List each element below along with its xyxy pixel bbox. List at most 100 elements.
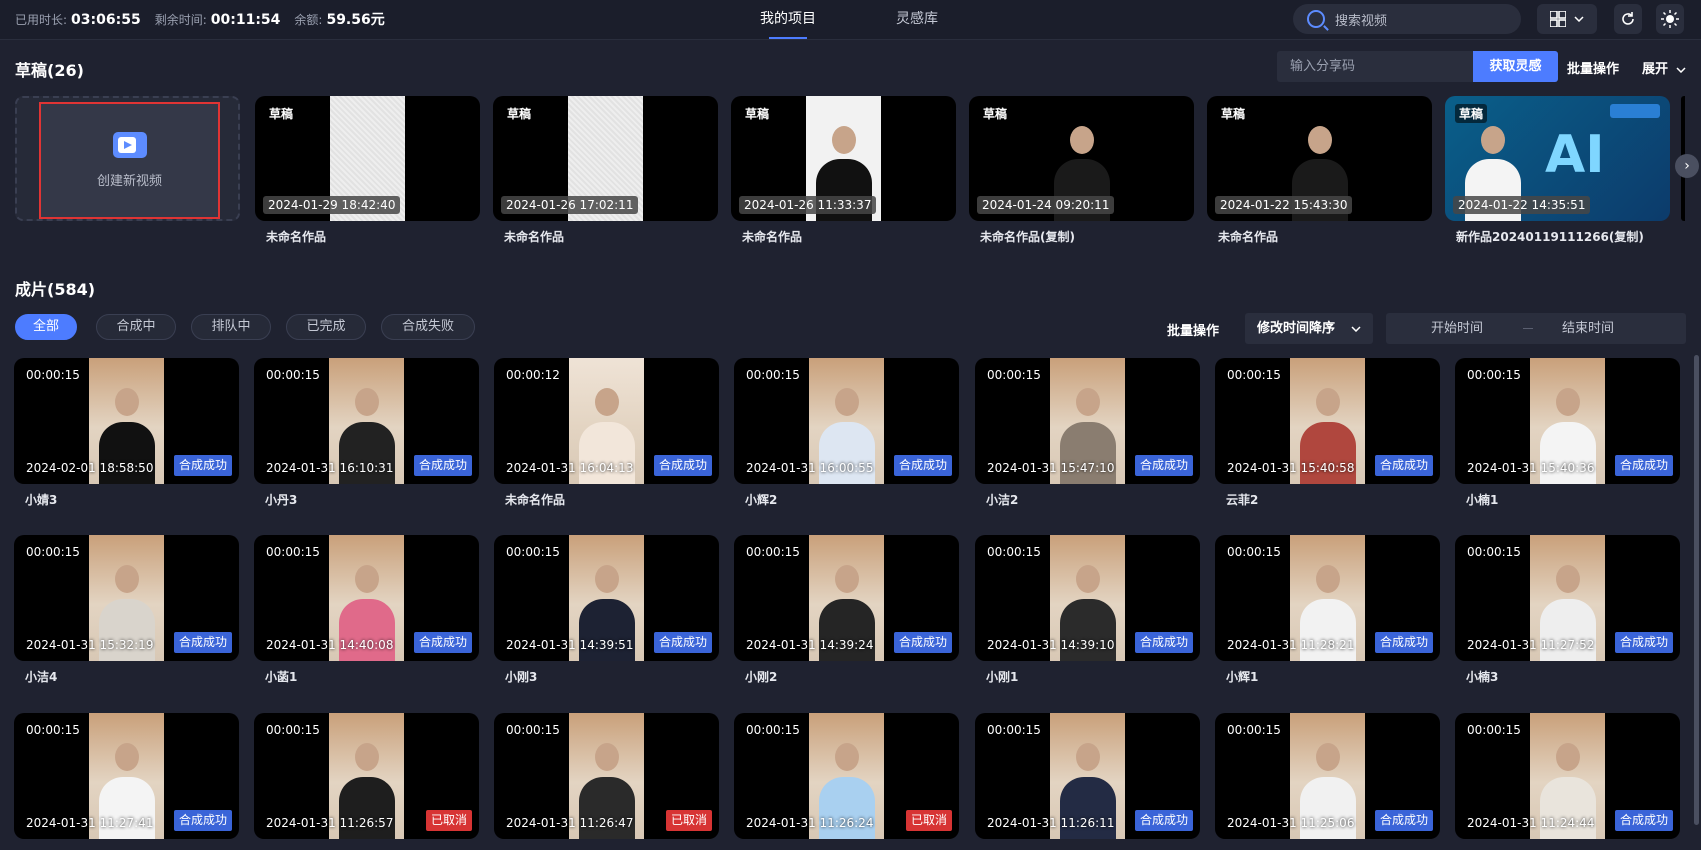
video-duration: 00:00:15 (506, 723, 560, 737)
video-name: 小辉2 (745, 493, 778, 507)
expand-button[interactable]: 展开 (1642, 58, 1686, 77)
status-badge: 合成成功 (893, 632, 952, 653)
video-card[interactable]: 00:00:15 2024-01-31 11:26:47 已取消 (494, 713, 719, 839)
finished-batch-button[interactable]: 批量操作 (1167, 320, 1219, 339)
video-duration: 00:00:15 (26, 545, 80, 559)
video-date: 2024-01-31 14:40:08 (266, 638, 394, 652)
used-time-value: 03:06:55 (71, 11, 141, 28)
page-scrollbar[interactable] (1694, 355, 1699, 825)
video-card[interactable]: 00:00:15 2024-01-31 11:27:52 合成成功 (1455, 535, 1680, 661)
share-code-input[interactable]: 输入分享码 (1277, 51, 1473, 82)
video-date: 2024-01-31 15:32:19 (26, 638, 154, 652)
status-badge: 合成成功 (173, 455, 232, 476)
tab-my-projects[interactable]: 我的项目 (740, 0, 836, 40)
video-duration: 00:00:15 (1467, 368, 1521, 382)
brand-logo-icon (1610, 104, 1660, 118)
video-duration: 00:00:15 (26, 723, 80, 737)
tab-inspiration-library[interactable]: 灵感库 (876, 0, 958, 40)
video-date: 2024-01-31 11:26:47 (506, 816, 634, 830)
video-card[interactable]: 00:00:15 2024-01-31 14:39:10 合成成功 (975, 535, 1200, 661)
search-box[interactable]: 搜索视频 (1293, 4, 1521, 34)
drafts-title: 草稿(26) (15, 61, 84, 80)
video-duration: 00:00:15 (987, 723, 1041, 737)
draft-card[interactable]: 草稿 2024-01-22 15:43:30 (1207, 96, 1432, 221)
video-card[interactable]: 00:00:15 2024-01-31 11:25:06 合成成功 (1215, 713, 1440, 839)
used-time-stat: 已用时长: 03:06:55 (15, 11, 141, 28)
status-badge: 合成成功 (1374, 810, 1433, 831)
sort-dropdown[interactable]: 修改时间降序 (1245, 313, 1373, 344)
video-name: 小楠1 (1466, 493, 1499, 507)
scroll-right-button[interactable]: › (1675, 154, 1699, 178)
video-date: 2024-02-01 18:58:50 (26, 461, 154, 475)
status-badge: 合成成功 (1134, 455, 1193, 476)
finished-title: 成片(584) (15, 280, 96, 299)
video-date: 2024-01-31 11:26:24 (746, 816, 874, 830)
draft-card[interactable]: 草稿 2024-01-26 17:02:11 (493, 96, 718, 221)
video-date: 2024-01-31 16:04:13 (506, 461, 634, 475)
start-time-input[interactable]: 开始时间 (1431, 313, 1483, 344)
video-card[interactable]: 00:00:15 2024-01-31 15:32:19 合成成功 (14, 535, 239, 661)
filter-all[interactable]: 全部 (15, 314, 77, 340)
video-card[interactable]: 00:00:12 2024-01-31 16:04:13 合成成功 (494, 358, 719, 484)
status-badge: 已取消 (425, 810, 472, 831)
video-duration: 00:00:15 (26, 368, 80, 382)
video-card[interactable]: 00:00:15 2024-01-31 16:00:55 合成成功 (734, 358, 959, 484)
video-duration: 00:00:15 (746, 368, 800, 382)
filter-queued[interactable]: 排队中 (191, 314, 271, 340)
video-card[interactable]: 00:00:15 2024-01-31 14:39:51 合成成功 (494, 535, 719, 661)
create-video-card[interactable]: 创建新视频 (15, 96, 240, 221)
video-name: 小洁2 (986, 493, 1019, 507)
video-card[interactable]: 00:00:15 2024-01-31 14:39:24 合成成功 (734, 535, 959, 661)
video-card[interactable]: 00:00:15 2024-01-31 15:40:36 合成成功 (1455, 358, 1680, 484)
draft-date: 2024-01-26 17:02:11 (501, 196, 639, 214)
filter-completed[interactable]: 已完成 (286, 314, 366, 340)
video-duration: 00:00:15 (1227, 723, 1281, 737)
date-range-picker[interactable]: 开始时间 结束时间 (1386, 313, 1686, 344)
status-badge: 合成成功 (173, 810, 232, 831)
draft-card[interactable]: 草稿 2024-01-29 18:42:40 (255, 96, 480, 221)
video-card[interactable]: 00:00:15 2024-01-31 11:26:11 合成成功 (975, 713, 1200, 839)
theme-toggle-button[interactable] (1656, 4, 1684, 34)
status-badge: 合成成功 (413, 455, 472, 476)
draft-card[interactable]: 草稿 2024-01-24 09:20:11 (969, 96, 1194, 221)
get-inspiration-button[interactable]: 获取灵感 (1473, 51, 1558, 82)
draft-card[interactable]: 草稿 2024-01-26 11:33:37 (731, 96, 956, 221)
create-video-button[interactable]: 创建新视频 (39, 102, 220, 219)
video-card[interactable]: 00:00:15 2024-01-31 14:40:08 合成成功 (254, 535, 479, 661)
balance-stat: 余额: 59.56元 (294, 9, 384, 29)
video-date: 2024-01-31 11:27:41 (26, 816, 154, 830)
draft-date: 2024-01-26 11:33:37 (739, 196, 877, 214)
grid-view-icon (1550, 11, 1566, 27)
status-badge: 合成成功 (413, 632, 472, 653)
video-duration: 00:00:15 (266, 723, 320, 737)
video-date: 2024-01-31 16:00:55 (746, 461, 874, 475)
svg-text:AI: AI (1545, 125, 1605, 180)
video-card[interactable]: 00:00:15 2024-01-31 11:28:21 合成成功 (1215, 535, 1440, 661)
video-card[interactable]: 00:00:15 2024-01-31 11:26:24 已取消 (734, 713, 959, 839)
end-time-input[interactable]: 结束时间 (1562, 313, 1614, 344)
video-name: 未命名作品 (505, 493, 566, 507)
video-card[interactable]: 00:00:15 2024-01-31 11:26:57 已取消 (254, 713, 479, 839)
status-badge: 合成成功 (653, 632, 712, 653)
ai-logo-icon: AI (1545, 125, 1605, 180)
refresh-button[interactable] (1614, 4, 1642, 34)
video-card[interactable]: 00:00:15 2024-01-31 16:10:31 合成成功 (254, 358, 479, 484)
remaining-time-value: 00:11:54 (210, 11, 281, 28)
status-badge: 已取消 (905, 810, 952, 831)
video-card[interactable]: 00:00:15 2024-01-31 15:40:58 合成成功 (1215, 358, 1440, 484)
draft-name: 未命名作品 (504, 230, 565, 244)
view-mode-button[interactable] (1537, 4, 1597, 34)
chevron-down-icon (1676, 66, 1686, 73)
video-card[interactable]: 00:00:15 2024-01-31 15:47:10 合成成功 (975, 358, 1200, 484)
filter-synthesizing[interactable]: 合成中 (96, 314, 176, 340)
video-card[interactable]: 00:00:15 2024-01-31 11:24:44 合成成功 (1455, 713, 1680, 839)
filter-failed[interactable]: 合成失败 (381, 314, 475, 340)
video-card[interactable]: 00:00:15 2024-02-01 18:58:50 合成成功 (14, 358, 239, 484)
drafts-batch-button[interactable]: 批量操作 (1567, 58, 1619, 77)
status-badge: 已取消 (665, 810, 712, 831)
video-card[interactable]: 00:00:15 2024-01-31 11:27:41 合成成功 (14, 713, 239, 839)
status-badge: 合成成功 (893, 455, 952, 476)
draft-card[interactable]: AI 草稿 2024-01-22 14:35:51 (1445, 96, 1670, 221)
video-name: 小刚1 (986, 670, 1019, 684)
video-date: 2024-01-31 15:40:36 (1467, 461, 1595, 475)
